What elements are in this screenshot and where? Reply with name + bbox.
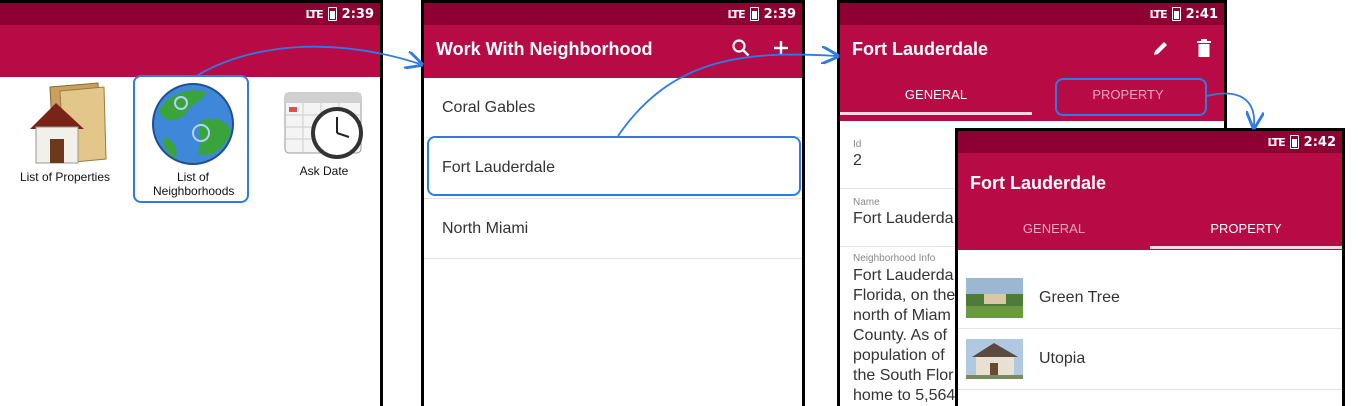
battery-icon (327, 7, 337, 21)
app-bar: Fort Lauderdale GENERAL PROPERTY (958, 153, 1342, 250)
list-of-properties-item[interactable]: List of Properties (6, 81, 124, 184)
page-title: Work With Neighborhood (436, 39, 653, 59)
launcher-screen: LTE 2:39 List of Properties List of Neig… (0, 0, 383, 406)
property-item[interactable]: Utopia (958, 329, 1342, 390)
house-folder-icon (30, 82, 107, 164)
property-thumbnail (966, 339, 1023, 379)
delete-icon[interactable] (1196, 39, 1212, 63)
status-bar: LTE 2:39 (424, 3, 802, 25)
fort-lauderdale-highlight (427, 136, 801, 196)
list-item[interactable]: North Miami (424, 199, 802, 259)
calendar-clock-icon (284, 92, 363, 159)
lte-signal-icon: LTE (1149, 7, 1167, 21)
property-item[interactable]: Green Tree (958, 268, 1342, 329)
tab-general[interactable]: GENERAL (958, 207, 1150, 249)
status-time: 2:39 (341, 6, 374, 22)
battery-icon (749, 7, 759, 21)
lte-signal-icon: LTE (727, 7, 745, 21)
property-name: Green Tree (1039, 289, 1120, 306)
ask-date-item[interactable]: Ask Date (276, 89, 372, 178)
add-icon[interactable] (772, 39, 790, 63)
page-title: Fort Lauderdale (970, 173, 1107, 193)
app-bar: Work With Neighborhood (424, 25, 802, 78)
status-time: 2:41 (1185, 6, 1218, 22)
neighborhood-list-screen: LTE 2:39 Work With Neighborhood Coral Ga… (421, 0, 805, 406)
property-tab-highlight (1055, 78, 1207, 116)
status-bar: LTE 2:41 (840, 3, 1224, 25)
status-bar: LTE 2:42 (958, 131, 1342, 153)
neighborhood-property-screen: LTE 2:42 Fort Lauderdale GENERAL PROPERT… (955, 128, 1345, 406)
battery-icon (1289, 135, 1299, 149)
search-icon[interactable] (732, 39, 750, 63)
status-time: 2:39 (763, 6, 796, 22)
property-thumbnail (966, 278, 1023, 318)
edit-icon[interactable] (1152, 39, 1170, 63)
property-name: Utopia (1039, 350, 1086, 367)
app-bar (0, 25, 380, 77)
neighborhoods-highlight (133, 75, 249, 203)
list-of-properties-label: List of Properties (19, 170, 111, 184)
status-bar: LTE 2:39 (0, 3, 380, 25)
lte-signal-icon: LTE (1267, 135, 1285, 149)
page-title: Fort Lauderdale (852, 39, 989, 59)
tab-general[interactable]: GENERAL (840, 73, 1032, 115)
status-time: 2:42 (1303, 134, 1336, 150)
list-item[interactable]: Coral Gables (424, 78, 802, 138)
ask-date-label: Ask Date (299, 164, 349, 178)
tab-property[interactable]: PROPERTY (1150, 207, 1342, 249)
battery-icon (1171, 7, 1181, 21)
lte-signal-icon: LTE (305, 7, 323, 21)
